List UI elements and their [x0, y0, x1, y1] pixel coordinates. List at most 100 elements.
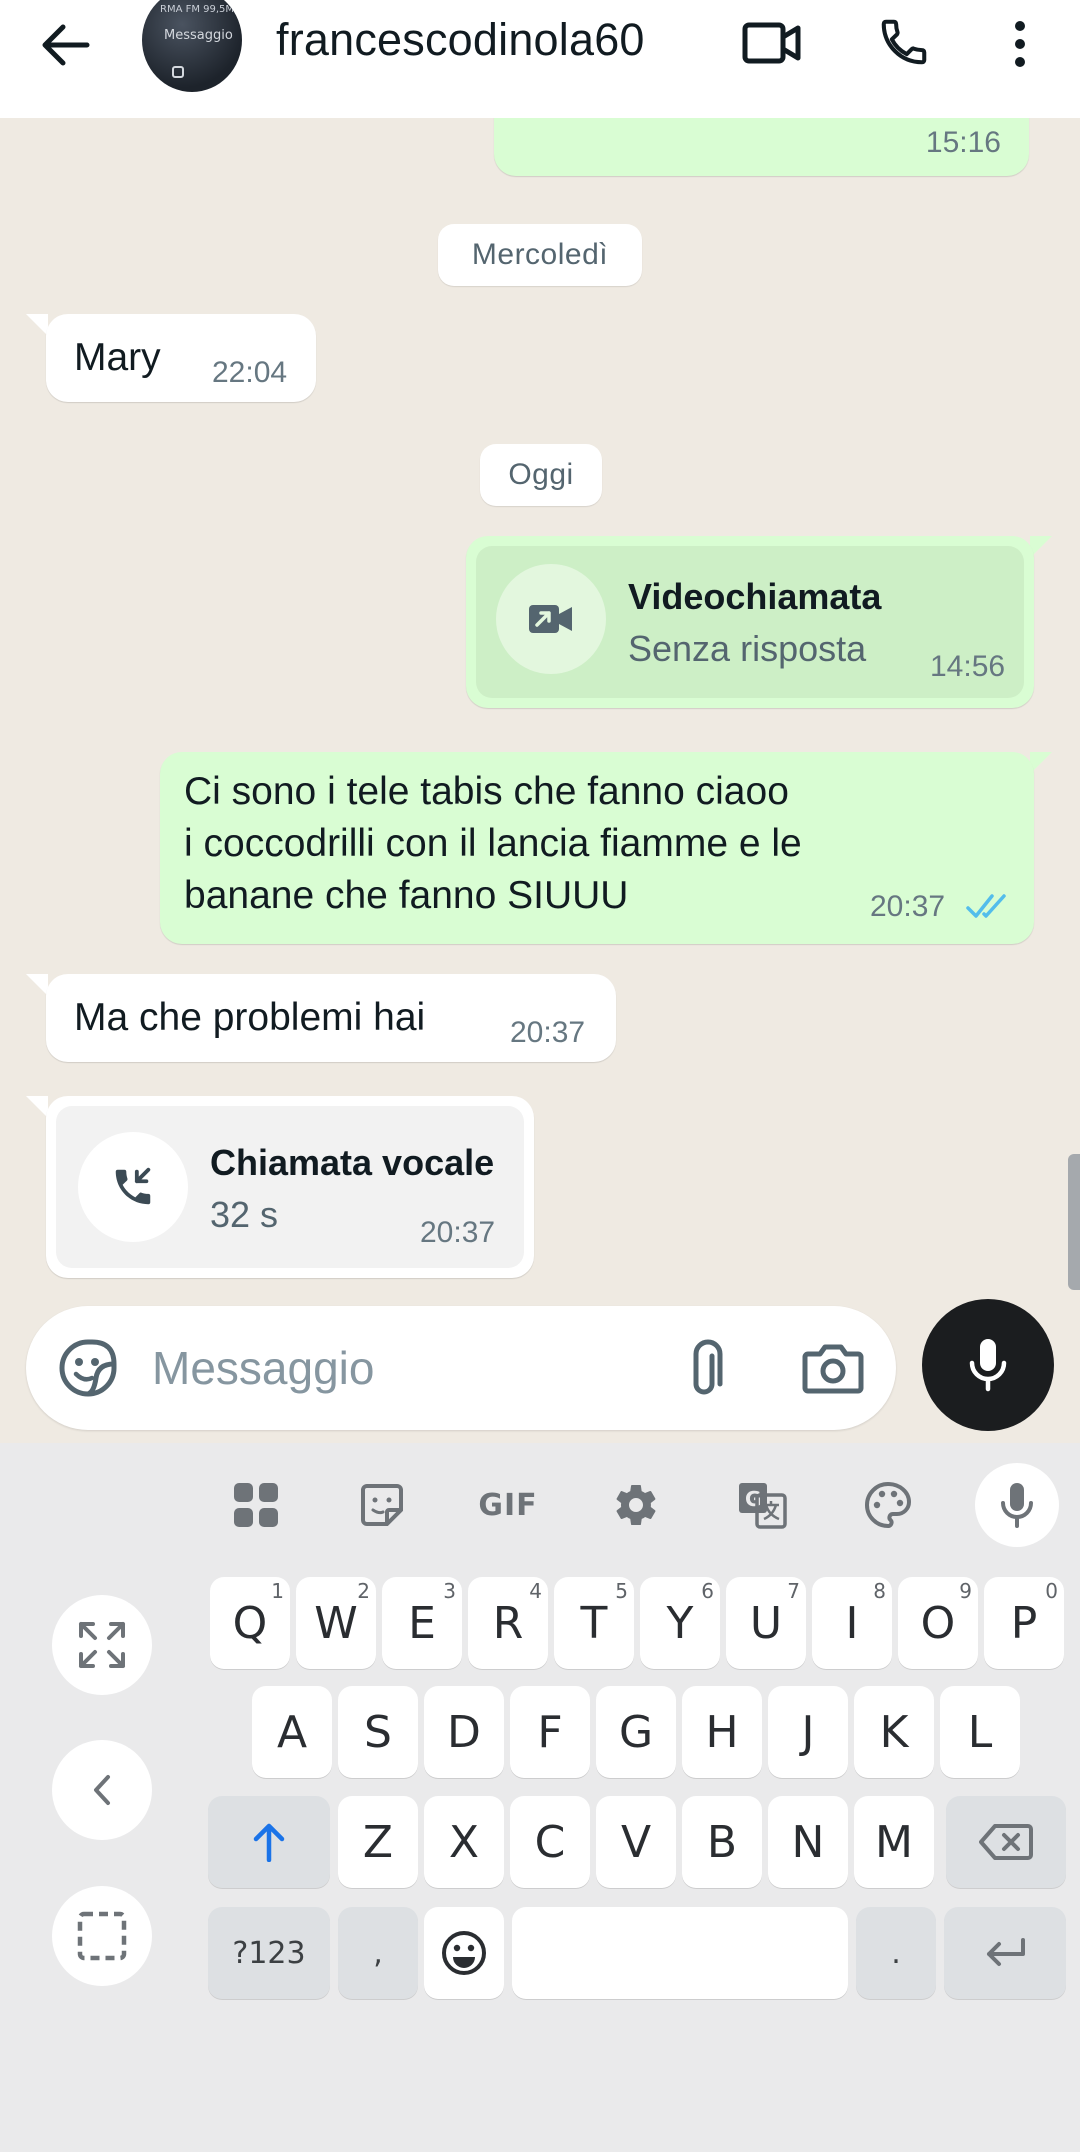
contact-name[interactable]: francescodinola60: [276, 14, 645, 66]
key-f[interactable]: F: [510, 1686, 590, 1778]
key-q[interactable]: Q1: [210, 1577, 290, 1669]
cursor-left-icon[interactable]: [52, 1740, 152, 1840]
keyboard-mic-icon[interactable]: [975, 1463, 1059, 1547]
camera-icon[interactable]: [798, 1336, 868, 1400]
bubble-tail: [26, 974, 48, 996]
emoji-key[interactable]: [424, 1907, 504, 1999]
message-text-line: banane che fanno SIUUU: [184, 874, 629, 917]
voice-message-mic-button[interactable]: [922, 1299, 1054, 1431]
key-label: U: [749, 1597, 783, 1649]
key-v[interactable]: V: [596, 1796, 676, 1888]
symbols-key[interactable]: ?123: [208, 1907, 330, 1999]
incoming-message[interactable]: Ma che problemi hai 20:37: [46, 974, 616, 1062]
key-r[interactable]: R4: [468, 1577, 548, 1669]
key-k[interactable]: K: [854, 1686, 934, 1778]
shift-key[interactable]: [208, 1796, 330, 1888]
key-m[interactable]: M: [854, 1796, 934, 1888]
key-w[interactable]: W2: [296, 1577, 376, 1669]
key-h[interactable]: H: [682, 1686, 762, 1778]
key-i[interactable]: I8: [812, 1577, 892, 1669]
key-z[interactable]: Z: [338, 1796, 418, 1888]
contact-avatar[interactable]: RMA FM 99,5M Messaggio: [142, 0, 242, 92]
message-text: Ma che problemi hai: [74, 996, 426, 1039]
message-bubble-partial[interactable]: 15:16: [494, 118, 1029, 176]
avatar-caption-mid: Messaggio: [164, 28, 233, 43]
incoming-message[interactable]: Mary 22:04: [46, 314, 316, 402]
comma-key[interactable]: ,: [338, 1907, 418, 1999]
key-label: F: [537, 1706, 563, 1758]
date-separator: Oggi: [480, 444, 602, 506]
translate-icon[interactable]: G: [720, 1463, 804, 1547]
chat-area[interactable]: 15:16 Mercoledì Mary 22:04 Oggi Videochi…: [0, 118, 1080, 1443]
key-label: A: [276, 1706, 308, 1758]
key-b[interactable]: B: [682, 1796, 762, 1888]
call-card[interactable]: Videochiamata Senza risposta 14:56: [476, 546, 1024, 698]
expand-keyboard-icon[interactable]: [52, 1595, 152, 1695]
key-label: Q: [232, 1597, 268, 1649]
message-time: 22:04: [212, 356, 288, 389]
call-card[interactable]: Chiamata vocale 32 s 20:37: [56, 1106, 524, 1268]
key-t[interactable]: T5: [554, 1577, 634, 1669]
key-label: G: [618, 1706, 654, 1758]
key-u[interactable]: U7: [726, 1577, 806, 1669]
more-options-icon[interactable]: [1000, 12, 1040, 76]
backspace-key[interactable]: [946, 1796, 1066, 1888]
key-number-hint: 3: [443, 1579, 456, 1603]
enter-key[interactable]: [944, 1907, 1066, 1999]
key-o[interactable]: O9: [898, 1577, 978, 1669]
attach-paperclip-icon[interactable]: [676, 1336, 740, 1400]
message-text: Mary: [74, 336, 161, 379]
key-number-hint: 4: [529, 1579, 542, 1603]
key-n[interactable]: N: [768, 1796, 848, 1888]
key-l[interactable]: L: [940, 1686, 1020, 1778]
outgoing-call-message[interactable]: Videochiamata Senza risposta 14:56: [466, 536, 1034, 708]
sticker-icon[interactable]: [340, 1463, 424, 1547]
message-input[interactable]: [152, 1332, 652, 1404]
period-key[interactable]: .: [856, 1907, 936, 1999]
key-number-hint: 1: [271, 1579, 284, 1603]
key-p[interactable]: P0: [984, 1577, 1064, 1669]
avatar-instagram-icon: [172, 66, 184, 78]
theme-palette-icon[interactable]: [846, 1463, 930, 1547]
key-label: E: [408, 1597, 436, 1649]
call-title: Videochiamata: [628, 576, 882, 617]
key-y[interactable]: Y6: [640, 1577, 720, 1669]
settings-gear-icon[interactable]: [594, 1463, 678, 1547]
message-time: 14:56: [930, 650, 1006, 683]
key-c[interactable]: C: [510, 1796, 590, 1888]
outgoing-message[interactable]: Ci sono i tele tabis che fanno ciaoo i c…: [160, 752, 1034, 944]
gif-button[interactable]: GIF: [466, 1463, 550, 1547]
message-time: 20:37: [870, 890, 946, 923]
key-number-hint: 6: [701, 1579, 714, 1603]
voice-call-icon[interactable]: [872, 10, 936, 74]
key-number-hint: 0: [1045, 1579, 1058, 1603]
video-call-icon[interactable]: [740, 14, 804, 72]
key-number-hint: 8: [873, 1579, 886, 1603]
incoming-call-message[interactable]: Chiamata vocale 32 s 20:37: [46, 1096, 534, 1278]
message-time: 20:37: [420, 1216, 496, 1249]
key-g[interactable]: G: [596, 1686, 676, 1778]
chat-header: RMA FM 99,5M Messaggio francescodinola60: [0, 0, 1080, 118]
key-label: B: [706, 1816, 738, 1868]
key-label: V: [620, 1816, 652, 1868]
back-arrow-icon[interactable]: [30, 12, 100, 78]
key-number-hint: 5: [615, 1579, 628, 1603]
emoji-sticker-icon[interactable]: [56, 1336, 120, 1400]
key-j[interactable]: J: [768, 1686, 848, 1778]
key-d[interactable]: D: [424, 1686, 504, 1778]
bubble-tail: [26, 314, 48, 336]
bubble-tail: [26, 1096, 48, 1118]
key-s[interactable]: S: [338, 1686, 418, 1778]
message-time: 15:16: [925, 126, 1001, 159]
key-label: S: [364, 1706, 392, 1758]
key-label: J: [801, 1706, 815, 1758]
chat-scrollbar[interactable]: [1068, 1154, 1080, 1290]
key-x[interactable]: X: [424, 1796, 504, 1888]
key-e[interactable]: E3: [382, 1577, 462, 1669]
space-bar[interactable]: [512, 1907, 848, 1999]
key-label: M: [875, 1816, 913, 1868]
apps-grid-icon[interactable]: [214, 1463, 298, 1547]
keyboard: GIF G ?123 , . Q1W2E3R4T5Y6U7I8O9P0ASDFG…: [0, 1443, 1080, 2152]
key-a[interactable]: A: [252, 1686, 332, 1778]
select-area-icon[interactable]: [52, 1886, 152, 1986]
